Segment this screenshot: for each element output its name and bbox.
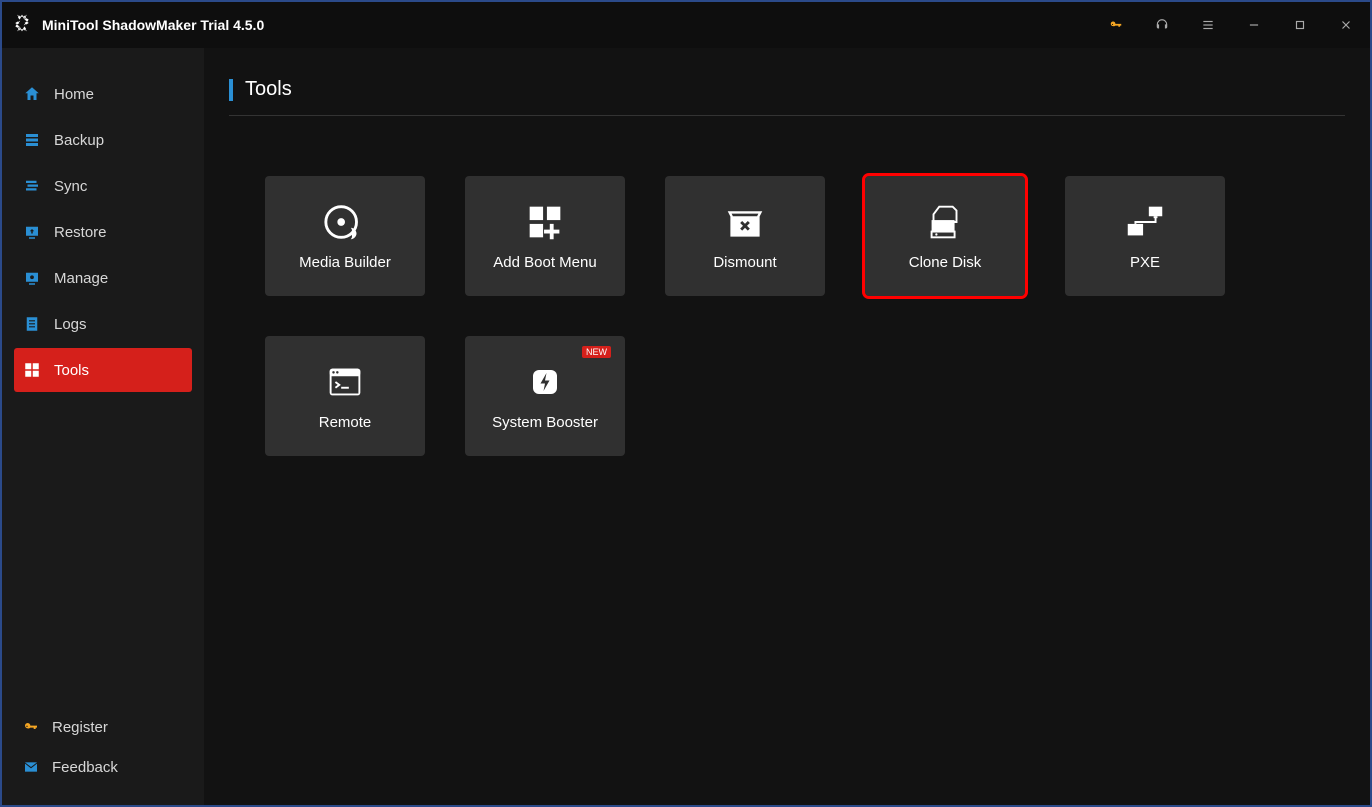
tool-label: PXE bbox=[1130, 254, 1160, 271]
title-bar-left: MiniTool ShadowMaker Trial 4.5.0 bbox=[12, 13, 264, 38]
tool-label: Media Builder bbox=[299, 254, 391, 271]
sidebar-footer: Register Feedback bbox=[2, 707, 204, 805]
sidebar-item-logs[interactable]: Logs bbox=[14, 302, 192, 346]
manage-icon bbox=[22, 268, 42, 288]
disc-icon bbox=[322, 202, 368, 242]
support-icon[interactable] bbox=[1148, 11, 1176, 39]
body: Home Backup Sync Restore Manage bbox=[2, 48, 1370, 805]
tool-label: System Booster bbox=[492, 414, 598, 431]
tool-label: Remote bbox=[319, 414, 372, 431]
sidebar-item-label: Backup bbox=[54, 132, 104, 149]
feedback-label: Feedback bbox=[52, 759, 118, 776]
terminal-icon bbox=[322, 362, 368, 402]
tool-clone-disk[interactable]: Clone Disk bbox=[865, 176, 1025, 296]
sidebar-nav: Home Backup Sync Restore Manage bbox=[2, 72, 204, 394]
bolt-icon bbox=[522, 362, 568, 402]
key-icon bbox=[22, 718, 40, 736]
disks-icon bbox=[922, 202, 968, 242]
sidebar-item-label: Sync bbox=[54, 178, 87, 195]
sync-icon bbox=[22, 176, 42, 196]
accent-bar bbox=[229, 79, 233, 101]
title-bar: MiniTool ShadowMaker Trial 4.5.0 bbox=[2, 2, 1370, 48]
sidebar-item-sync[interactable]: Sync bbox=[14, 164, 192, 208]
tool-dismount[interactable]: Dismount bbox=[665, 176, 825, 296]
tool-pxe[interactable]: PXE bbox=[1065, 176, 1225, 296]
restore-icon bbox=[22, 222, 42, 242]
close-button[interactable] bbox=[1332, 11, 1360, 39]
sidebar-item-backup[interactable]: Backup bbox=[14, 118, 192, 162]
app-title: MiniTool ShadowMaker Trial 4.5.0 bbox=[42, 17, 264, 33]
key-icon[interactable] bbox=[1102, 11, 1130, 39]
network-icon bbox=[1122, 202, 1168, 242]
tools-grid: Media Builder Add Boot Menu Dismount bbox=[229, 116, 1345, 456]
backup-icon bbox=[22, 130, 42, 150]
sidebar-item-label: Restore bbox=[54, 224, 107, 241]
minimize-button[interactable] bbox=[1240, 11, 1268, 39]
sidebar: Home Backup Sync Restore Manage bbox=[2, 48, 204, 805]
feedback-button[interactable]: Feedback bbox=[14, 747, 192, 787]
app-logo-icon bbox=[12, 13, 32, 38]
menu-icon[interactable] bbox=[1194, 11, 1222, 39]
home-icon bbox=[22, 84, 42, 104]
title-bar-right bbox=[1102, 11, 1360, 39]
tool-label: Clone Disk bbox=[909, 254, 982, 271]
logs-icon bbox=[22, 314, 42, 334]
sidebar-item-label: Tools bbox=[54, 362, 89, 379]
tool-label: Add Boot Menu bbox=[493, 254, 596, 271]
page-header: Tools bbox=[229, 78, 1345, 116]
register-button[interactable]: Register bbox=[14, 707, 192, 747]
sidebar-item-label: Home bbox=[54, 86, 94, 103]
tools-icon bbox=[22, 360, 42, 380]
sidebar-item-restore[interactable]: Restore bbox=[14, 210, 192, 254]
tool-remote[interactable]: Remote bbox=[265, 336, 425, 456]
page-title: Tools bbox=[245, 78, 292, 101]
box-x-icon bbox=[722, 202, 768, 242]
mail-icon bbox=[22, 758, 40, 776]
sidebar-item-tools[interactable]: Tools bbox=[14, 348, 192, 392]
main-content: Tools Media Builder Add Boot Menu bbox=[204, 48, 1370, 805]
sidebar-item-label: Logs bbox=[54, 316, 87, 333]
tool-label: Dismount bbox=[713, 254, 776, 271]
grid-plus-icon bbox=[522, 202, 568, 242]
new-badge: NEW bbox=[582, 346, 611, 358]
maximize-button[interactable] bbox=[1286, 11, 1314, 39]
sidebar-item-manage[interactable]: Manage bbox=[14, 256, 192, 300]
sidebar-item-home[interactable]: Home bbox=[14, 72, 192, 116]
tool-system-booster[interactable]: NEW System Booster bbox=[465, 336, 625, 456]
sidebar-item-label: Manage bbox=[54, 270, 108, 287]
register-label: Register bbox=[52, 719, 108, 736]
tool-add-boot-menu[interactable]: Add Boot Menu bbox=[465, 176, 625, 296]
tool-media-builder[interactable]: Media Builder bbox=[265, 176, 425, 296]
app-window: MiniTool ShadowMaker Trial 4.5.0 bbox=[2, 2, 1370, 805]
